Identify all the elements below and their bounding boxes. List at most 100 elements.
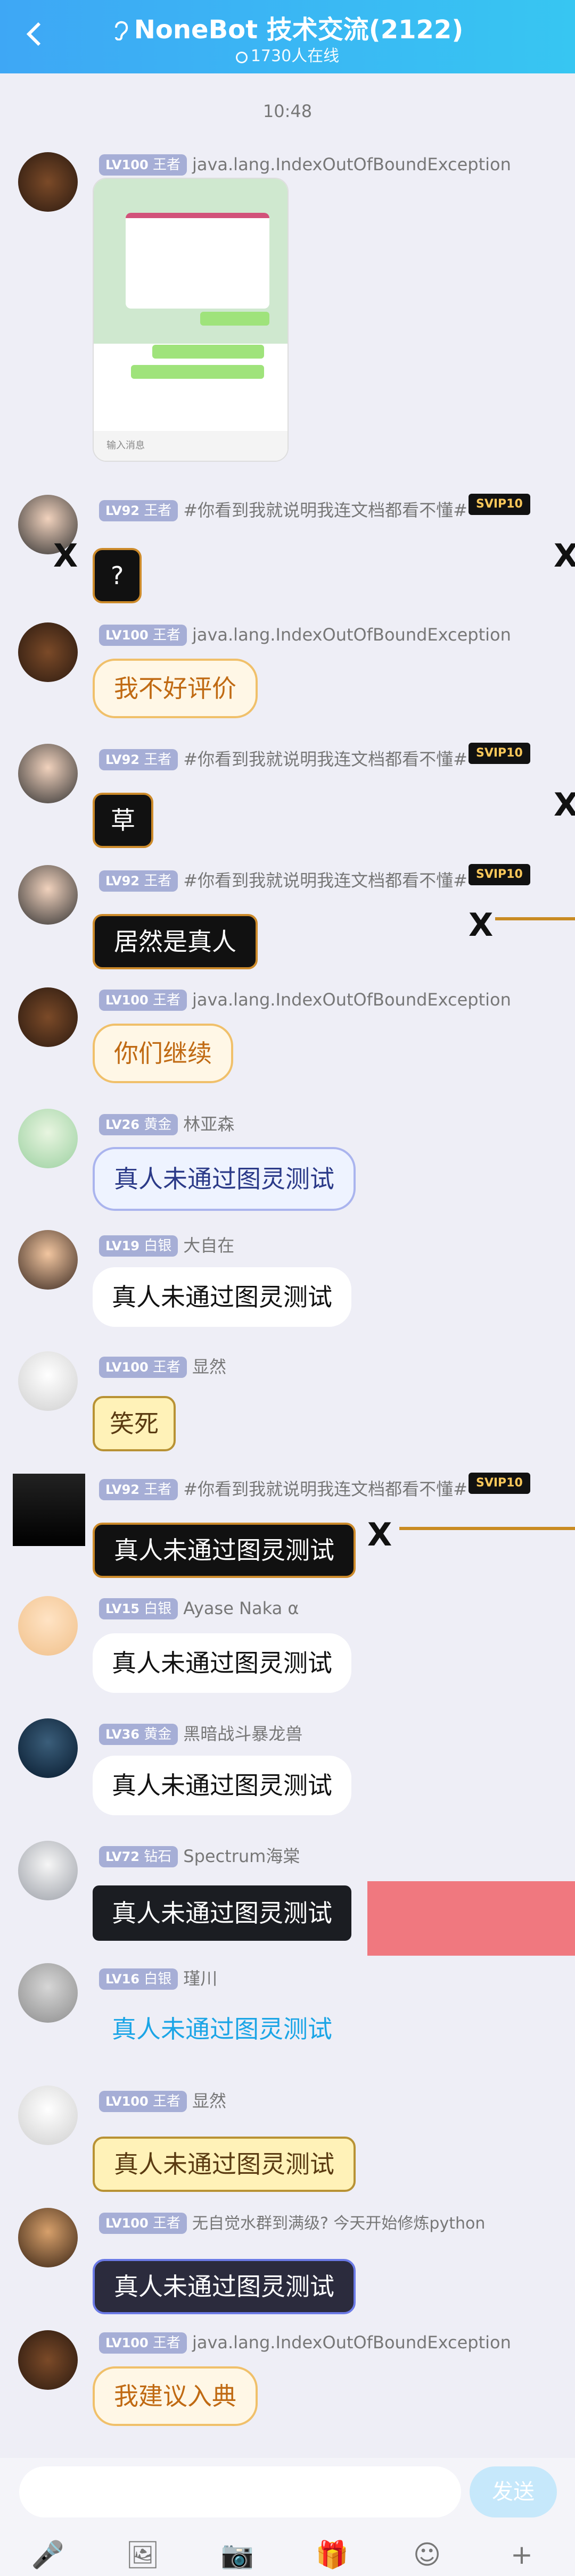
message-bubble[interactable]: 真人未通过图灵测试 <box>93 2137 356 2192</box>
avatar[interactable] <box>18 2330 78 2390</box>
sender-meta: LV100 王者 java.lang.IndexOutOfBoundExcepti… <box>99 625 511 646</box>
message: LV92 王者 #你看到我就说明我连文档都看不懂# SVIP10 草 X <box>0 743 575 848</box>
sender-meta: LV100 王者 java.lang.IndexOutOfBoundExcepti… <box>99 2332 511 2354</box>
ear-icon <box>112 19 130 41</box>
avatar[interactable] <box>18 865 78 925</box>
sender-meta: LV100 王者 java.lang.IndexOutOfBoundExcepti… <box>99 990 511 1011</box>
sender-name[interactable]: 显然 <box>192 2091 226 2111</box>
message-bubble[interactable]: 草 <box>93 793 153 848</box>
sender-name[interactable]: 大自在 <box>183 1235 234 1256</box>
message: LV16 白银 瑾川 真人未通过图灵测试 <box>0 1963 575 2059</box>
message: LV100 王者 无自觉水群到满级? 今天开始修炼python 真人未通过图灵测试 <box>0 2208 575 2314</box>
x-decoration: X <box>53 537 78 575</box>
x-bar <box>399 1527 575 1530</box>
sender-name[interactable]: 林亚森 <box>183 1114 234 1134</box>
sender-meta: LV92 王者 #你看到我就说明我连文档都看不懂# <box>99 497 467 521</box>
sender-name[interactable]: 黑暗战斗暴龙兽 <box>183 1724 302 1744</box>
level-badge: LV100 王者 <box>99 1357 187 1378</box>
sender-name[interactable]: #你看到我就说明我连文档都看不懂# <box>183 749 467 769</box>
message: LV72 钻石 Spectrum海棠 真人未通过图灵测试 <box>0 1841 575 1956</box>
sender-name[interactable]: #你看到我就说明我连文档都看不懂# <box>183 500 467 520</box>
sender-name[interactable]: 无自觉水群到满级? 今天开始修炼python <box>192 2214 485 2233</box>
sender-name[interactable]: java.lang.IndexOutOfBoundException <box>192 154 511 174</box>
sender-meta: LV100 王者 java.lang.IndexOutOfBoundExcepti… <box>99 154 511 176</box>
message: LV100 王者 显然 真人未通过图灵测试 <box>0 2085 575 2192</box>
avatar[interactable] <box>18 1351 78 1411</box>
plus-icon[interactable]: + <box>505 2538 539 2572</box>
message-bubble[interactable]: 真人未通过图灵测试 <box>93 1147 356 1211</box>
avatar[interactable] <box>18 1109 78 1168</box>
sender-name[interactable]: java.lang.IndexOutOfBoundException <box>192 625 511 645</box>
svip-badge: SVIP10 <box>469 494 530 515</box>
avatar[interactable] <box>18 622 78 682</box>
message-input[interactable] <box>19 2466 461 2517</box>
sender-meta: LV100 王者 显然 <box>99 1353 226 1378</box>
image-icon[interactable]: 🖼 <box>126 2538 160 2572</box>
message-bubble[interactable]: 居然是真人 <box>93 914 258 969</box>
camera-icon[interactable]: 📷 <box>220 2538 254 2572</box>
screenshot-line <box>131 413 264 427</box>
message: LV100 王者 显然 笑死 <box>0 1351 575 1451</box>
x-decoration: X <box>469 907 494 944</box>
svip-badge: SVIP10 <box>469 1473 530 1494</box>
sender-name[interactable]: Spectrum海棠 <box>183 1846 300 1866</box>
svip-badge: SVIP10 <box>469 743 530 764</box>
message-bubble[interactable]: 我建议入典 <box>93 2366 258 2426</box>
sender-name[interactable]: 瑾川 <box>183 1968 217 1989</box>
online-count: 1730人在线 <box>0 43 575 66</box>
sender-name[interactable]: java.lang.IndexOutOfBoundException <box>192 2332 511 2353</box>
message-bubble[interactable]: 笑死 <box>93 1396 176 1451</box>
message-bubble[interactable]: 真人未通过图灵测试 <box>93 1885 351 1941</box>
avatar[interactable] <box>18 1596 78 1656</box>
svip-badge: SVIP10 <box>469 864 530 885</box>
gift-icon[interactable]: 🎁 <box>315 2538 349 2572</box>
avatar[interactable] <box>18 987 78 1047</box>
message-bubble[interactable]: ? <box>93 548 142 603</box>
image-message[interactable]: 输入消息 <box>93 178 289 462</box>
message: LV26 黄金 林亚森 真人未通过图灵测试 <box>0 1109 575 1211</box>
message-bubble[interactable]: 真人未通过图灵测试 <box>93 1633 351 1693</box>
title-row: NoneBot 技术交流(2122) <box>0 9 575 46</box>
group-title[interactable]: NoneBot 技术交流(2122) <box>134 9 464 46</box>
avatar[interactable] <box>18 1963 78 2023</box>
message-bubble[interactable]: 真人未通过图灵测试 <box>93 1267 351 1327</box>
chat-timestamp: 10:48 <box>262 101 313 121</box>
screenshot-card <box>126 213 269 309</box>
level-badge: LV92 王者 <box>99 1479 178 1500</box>
sender-name[interactable]: Ayase Naka α <box>183 1598 299 1618</box>
avatar[interactable] <box>18 1841 78 1900</box>
avatar[interactable] <box>18 1718 78 1778</box>
message-bubble[interactable]: 真人未通过图灵测试 <box>93 1999 351 2059</box>
sender-name[interactable]: 显然 <box>192 1357 226 1377</box>
chat-header: NoneBot 技术交流(2122) 1730人在线 <box>0 0 575 73</box>
avatar[interactable] <box>18 744 78 803</box>
sender-meta: LV15 白银 Ayase Naka α <box>99 1598 299 1619</box>
avatar[interactable] <box>18 2208 78 2267</box>
avatar[interactable] <box>13 1474 85 1546</box>
avatar[interactable] <box>18 2085 78 2145</box>
sender-meta: LV92 王者 #你看到我就说明我连文档都看不懂# <box>99 1476 467 1500</box>
sender-name[interactable]: #你看到我就说明我连文档都看不懂# <box>183 870 467 891</box>
screenshot-input: 输入消息 <box>94 431 288 461</box>
message-bubble[interactable]: 你们继续 <box>93 1024 233 1083</box>
message-bubble[interactable]: 真人未通过图灵测试 <box>93 2259 356 2314</box>
screenshot-line <box>131 365 264 379</box>
message: LV92 王者 #你看到我就说明我连文档都看不懂# SVIP10 ? X X <box>0 494 575 603</box>
online-icon <box>235 52 248 63</box>
screenshot-line <box>200 312 269 326</box>
send-button[interactable]: 发送 <box>470 2466 557 2517</box>
message-bubble[interactable]: 真人未通过图灵测试 <box>93 1523 356 1578</box>
avatar[interactable] <box>18 1230 78 1290</box>
avatar[interactable] <box>18 152 78 212</box>
sender-meta: LV36 黄金 黑暗战斗暴龙兽 <box>99 1721 302 1745</box>
mic-icon[interactable]: 🎤 <box>31 2538 65 2572</box>
message-bubble[interactable]: 真人未通过图灵测试 <box>93 1756 351 1815</box>
message: LV100 王者 java.lang.IndexOutOfBoundExcepti… <box>0 622 575 718</box>
message-bubble[interactable]: 我不好评价 <box>93 659 258 718</box>
sender-meta: LV72 钻石 Spectrum海棠 <box>99 1843 300 1867</box>
level-badge: LV100 王者 <box>99 2332 187 2354</box>
sender-name[interactable]: #你看到我就说明我连文档都看不懂# <box>183 1479 467 1499</box>
sender-name[interactable]: java.lang.IndexOutOfBoundException <box>192 990 511 1010</box>
emoji-icon[interactable]: ☺ <box>410 2538 444 2572</box>
level-badge: LV15 白银 <box>99 1598 178 1619</box>
